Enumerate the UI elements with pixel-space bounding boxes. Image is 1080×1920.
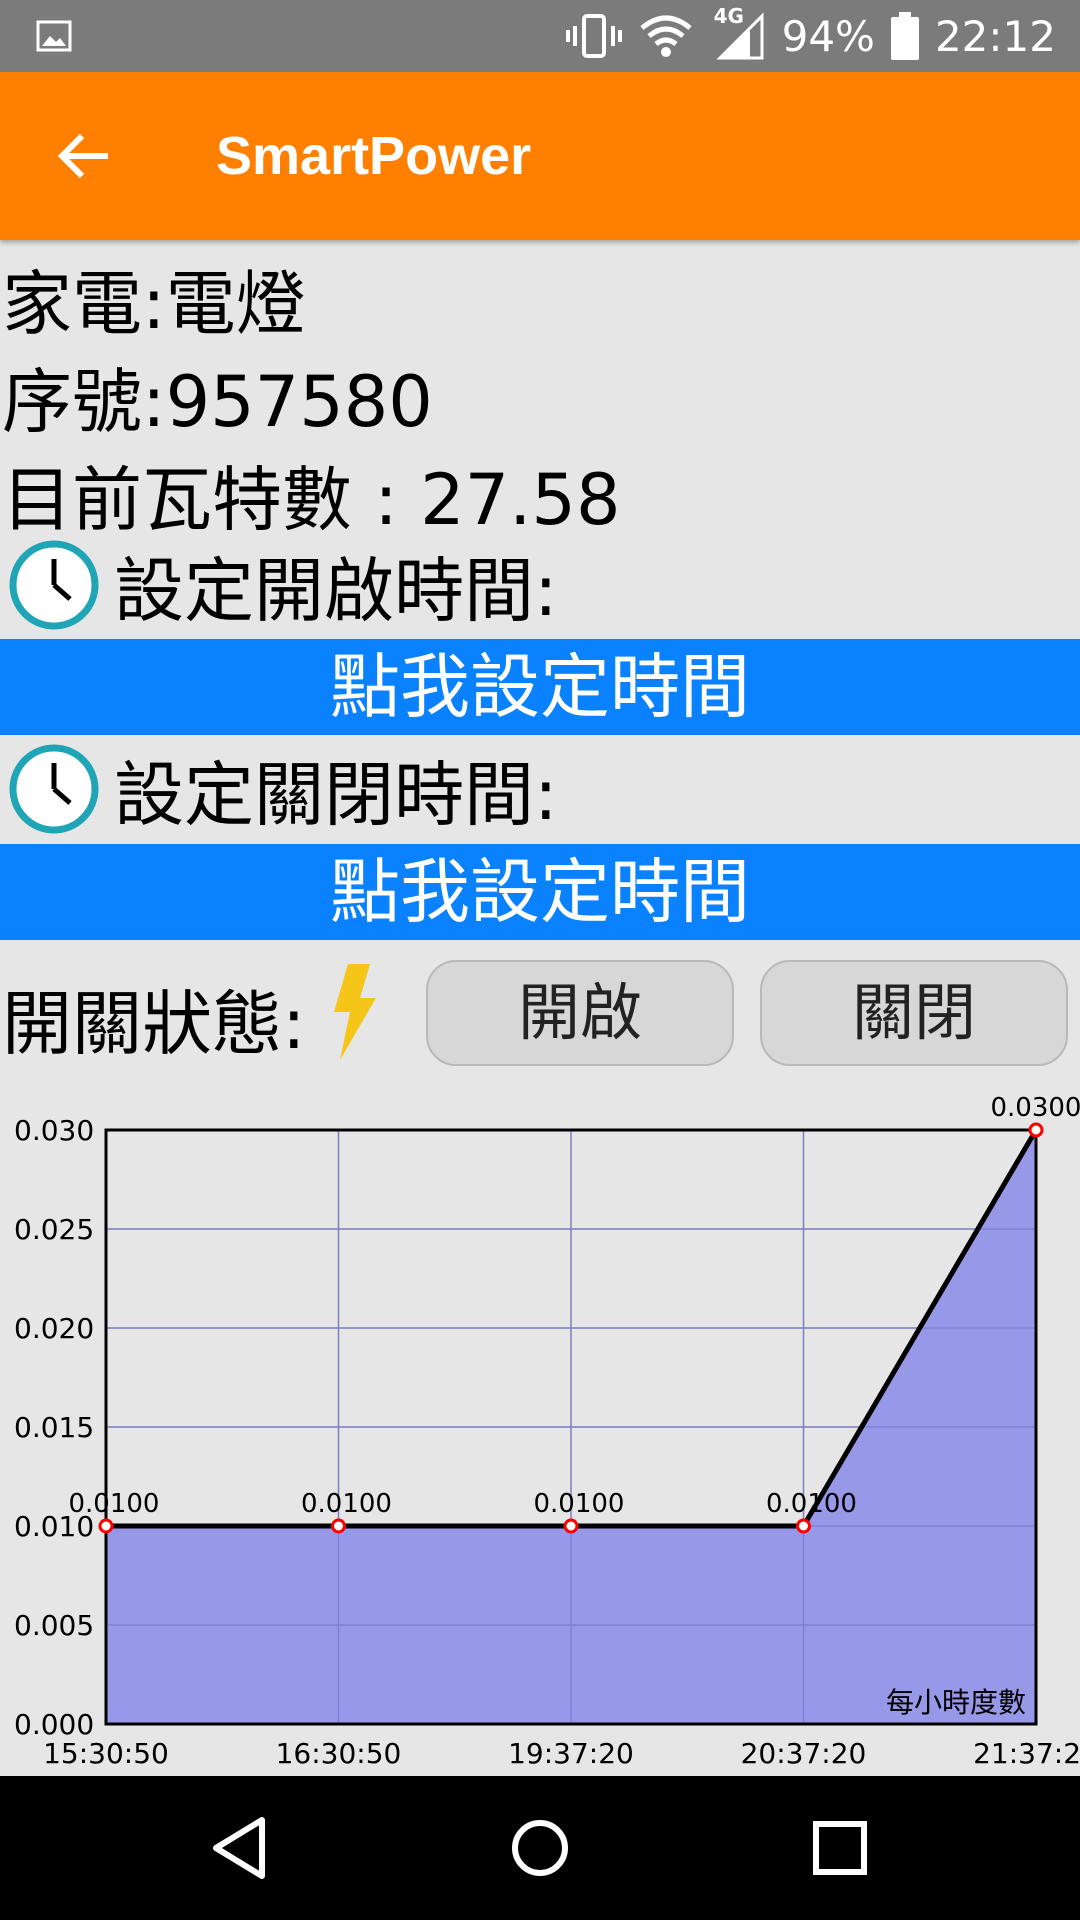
wifi-icon — [639, 15, 692, 57]
app-bar: SmartPower — [0, 72, 1080, 240]
usage-chart: 0.0000.0050.0100.0150.0200.0250.03015:30… — [14, 1093, 1080, 1770]
data-point — [563, 1518, 579, 1534]
chart-annotation: 每小時度數 — [886, 1686, 1026, 1719]
open-time-label: 設定開啟時間: — [114, 549, 558, 632]
x-tick-label: 15:30:50 — [43, 1737, 169, 1770]
y-tick-label: 0.025 — [14, 1213, 94, 1246]
close-set-time-button[interactable]: 點我設定時間 — [0, 844, 1080, 940]
data-label: 0.0100 — [69, 1489, 160, 1519]
signal-indicator: 4G — [710, 4, 766, 60]
switch-status-label: 開關狀態: — [2, 983, 306, 1065]
data-label: 0.0100 — [766, 1489, 857, 1519]
y-tick-label: 0.020 — [14, 1312, 94, 1345]
y-tick-label: 0.005 — [14, 1609, 94, 1642]
x-tick-label: 20:37:20 — [741, 1737, 867, 1770]
clock-icon — [9, 744, 99, 834]
x-tick-label: 21:37:20 — [973, 1737, 1080, 1770]
current-wattage-text: 目前瓦特數 : 27.58 — [2, 459, 621, 541]
battery-icon — [890, 12, 919, 60]
close-time-row: 設定關閉時間: — [8, 740, 558, 838]
off-button[interactable]: 關閉 — [760, 960, 1068, 1066]
x-tick-label: 19:37:20 — [508, 1737, 634, 1770]
status-icons: 4G 94% 22:12 — [565, 0, 1056, 72]
open-time-row: 設定開啟時間: — [8, 536, 558, 634]
data-label: 0.0300 — [991, 1093, 1080, 1123]
switch-row: 開關狀態: 開啟 關閉 — [0, 956, 1080, 1072]
nav-recents-icon[interactable] — [800, 1808, 880, 1888]
data-point — [1028, 1122, 1044, 1138]
y-tick-label: 0.015 — [14, 1411, 94, 1444]
y-tick-label: 0.030 — [14, 1114, 94, 1147]
data-label: 0.0100 — [301, 1489, 392, 1519]
data-point — [331, 1518, 346, 1534]
clock-time: 22:12 — [934, 11, 1056, 61]
app-title: SmartPower — [216, 126, 532, 186]
back-button[interactable] — [36, 108, 132, 204]
close-time-label: 設定關閉時間: — [114, 753, 558, 836]
data-point — [796, 1518, 811, 1534]
x-tick-label: 16:30:50 — [276, 1737, 402, 1770]
screen: 4G 94% 22:12 SmartPower 家電:電燈 序號:957580 … — [0, 0, 1080, 1920]
serial-number-text: 序號:957580 — [2, 361, 433, 443]
arrow-left-icon — [57, 133, 108, 179]
image-icon — [36, 20, 72, 52]
signal-icon — [715, 12, 764, 60]
data-point — [98, 1518, 114, 1534]
lightning-bolt-icon — [334, 964, 376, 1060]
nav-back-icon[interactable] — [200, 1808, 280, 1888]
on-button[interactable]: 開啟 — [426, 960, 734, 1066]
status-bar: 4G 94% 22:12 — [0, 0, 1080, 72]
navigation-bar — [0, 1776, 1080, 1920]
vibrate-icon — [565, 14, 622, 58]
appliance-text: 家電:電燈 — [2, 263, 306, 345]
nav-home-icon[interactable] — [500, 1808, 580, 1888]
open-set-time-button[interactable]: 點我設定時間 — [0, 639, 1080, 735]
clock-icon — [9, 540, 99, 630]
data-label: 0.0100 — [534, 1489, 625, 1519]
battery-percent: 94% — [781, 11, 875, 61]
